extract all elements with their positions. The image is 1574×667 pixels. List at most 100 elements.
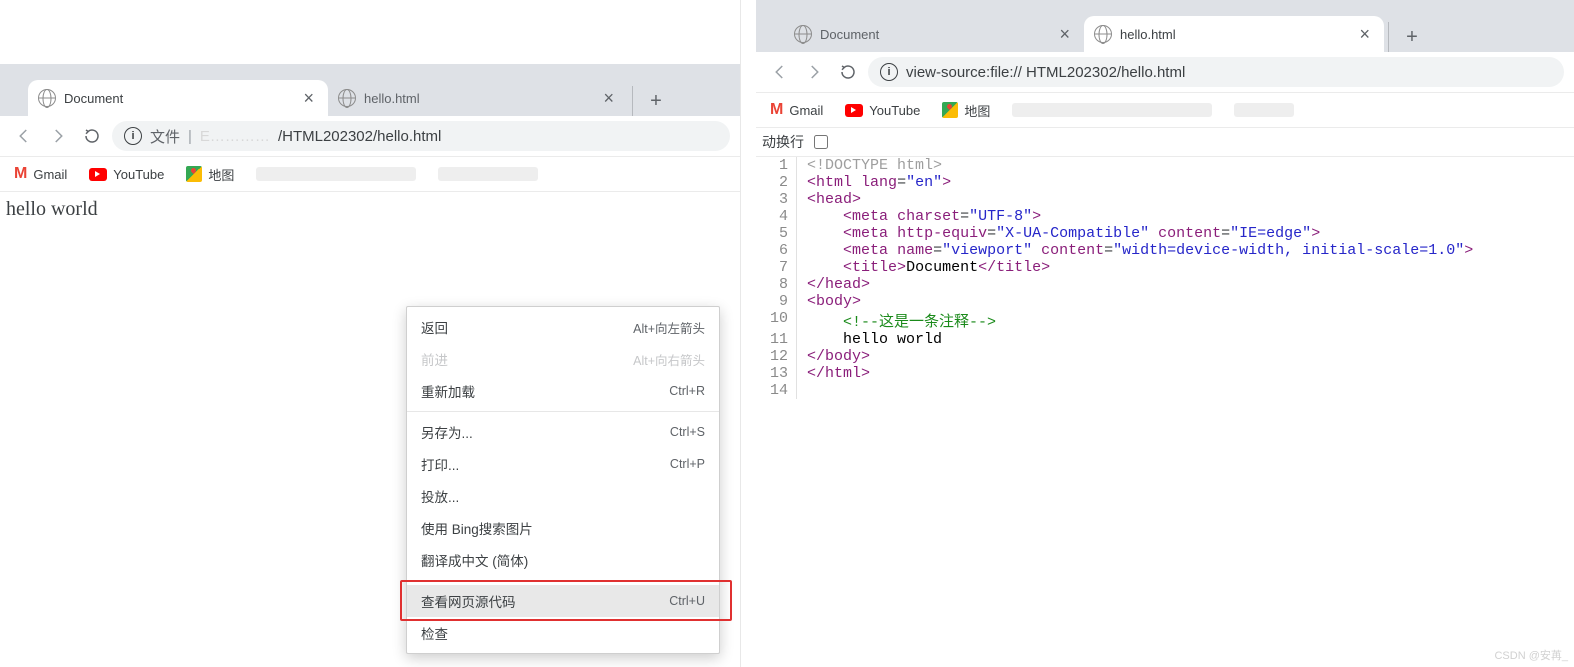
context-menu-item[interactable]: 投放... [407, 480, 719, 512]
line-number: 4 [756, 208, 797, 225]
toolbar: i view-source:file:// HTML202302/hello.h… [756, 52, 1574, 93]
context-menu-shortcut: Ctrl+U [669, 594, 705, 608]
source-line: 6 <meta name="viewport" content="width=d… [756, 242, 1473, 259]
close-icon[interactable]: × [599, 89, 618, 107]
maps-icon [186, 166, 202, 182]
forward-button[interactable] [44, 122, 72, 150]
source-table: 1<!DOCTYPE html>2<html lang="en">3<head>… [756, 157, 1473, 399]
omnibox-separator: | [188, 128, 192, 145]
tab-document[interactable]: Document × [28, 80, 328, 116]
context-menu-item[interactable]: 翻译成中文 (简体) [407, 544, 719, 576]
tab-hello[interactable]: hello.html × [1084, 16, 1384, 52]
tab-document[interactable]: Document × [784, 16, 1084, 52]
bookmark-bar: MGmail YouTube 地图 [756, 93, 1574, 128]
reload-button[interactable] [78, 122, 106, 150]
line-code[interactable]: hello world [797, 331, 1474, 348]
line-code[interactable]: </html> [797, 365, 1474, 382]
line-number: 13 [756, 365, 797, 382]
line-code[interactable]: <!DOCTYPE html> [797, 157, 1474, 174]
omnibox[interactable]: i view-source:file:// HTML202302/hello.h… [868, 57, 1564, 87]
source-line: 1<!DOCTYPE html> [756, 157, 1473, 174]
source-line: 4 <meta charset="UTF-8"> [756, 208, 1473, 225]
source-line: 12</body> [756, 348, 1473, 365]
browser-window-right: Document × hello.html × + i view-source:… [756, 0, 1574, 667]
context-menu: 返回Alt+向左箭头前进Alt+向右箭头重新加载Ctrl+R另存为...Ctrl… [406, 306, 720, 654]
new-tab-button[interactable]: + [1388, 22, 1427, 52]
bookmark-gmail[interactable]: MGmail [14, 165, 67, 183]
toolbar: i 文件 | E………… /HTML202302/hello.html [0, 116, 740, 157]
source-line: 11 hello world [756, 331, 1473, 348]
close-icon[interactable]: × [1355, 25, 1374, 43]
line-number: 8 [756, 276, 797, 293]
tab-title: hello.html [1120, 27, 1355, 42]
watermark: CSDN @安苒_ [1494, 647, 1568, 663]
reload-button[interactable] [834, 58, 862, 86]
bookmark-blur [256, 167, 416, 181]
wrap-checkbox[interactable] [814, 135, 828, 149]
context-menu-item[interactable]: 另存为...Ctrl+S [407, 416, 719, 448]
gmail-icon: M [770, 101, 783, 119]
source-line: 3<head> [756, 191, 1473, 208]
tab-hello[interactable]: hello.html × [328, 80, 628, 116]
line-code[interactable]: <meta http-equiv="X-UA-Compatible" conte… [797, 225, 1474, 242]
context-menu-item-label: 查看网页源代码 [421, 591, 516, 611]
source-view: 1<!DOCTYPE html>2<html lang="en">3<head>… [756, 157, 1574, 399]
bookmark-gmail[interactable]: MGmail [770, 101, 823, 119]
page-content: hello world [0, 192, 740, 227]
line-number: 11 [756, 331, 797, 348]
context-menu-item[interactable]: 检查 [407, 617, 719, 649]
line-number: 2 [756, 174, 797, 191]
info-icon: i [880, 63, 898, 81]
context-menu-item[interactable]: 返回Alt+向左箭头 [407, 311, 719, 343]
line-number: 1 [756, 157, 797, 174]
line-number: 10 [756, 310, 797, 331]
line-code[interactable]: </body> [797, 348, 1474, 365]
bookmark-youtube[interactable]: YouTube [845, 103, 920, 118]
new-tab-button[interactable]: + [632, 86, 671, 116]
context-menu-item[interactable]: 打印...Ctrl+P [407, 448, 719, 480]
bookmark-youtube[interactable]: YouTube [89, 167, 164, 182]
omnibox[interactable]: i 文件 | E………… /HTML202302/hello.html [112, 121, 730, 151]
omnibox-label: 文件 [150, 126, 180, 147]
tab-strip: Document × hello.html × + [0, 64, 740, 116]
tab-strip: Document × hello.html × + [756, 0, 1574, 52]
bookmark-maps[interactable]: 地图 [942, 101, 990, 120]
tab-title: Document [64, 91, 299, 106]
source-line: 10 <!--这是一条注释--> [756, 310, 1473, 331]
globe-icon [1094, 25, 1112, 43]
context-menu-item-label: 翻译成中文 (简体) [421, 550, 528, 570]
bookmark-blur [438, 167, 538, 181]
line-code[interactable] [797, 382, 1474, 399]
close-icon[interactable]: × [1055, 25, 1074, 43]
globe-icon [794, 25, 812, 43]
close-icon[interactable]: × [299, 89, 318, 107]
back-button[interactable] [766, 58, 794, 86]
back-button[interactable] [10, 122, 38, 150]
line-code[interactable]: <html lang="en"> [797, 174, 1474, 191]
line-code[interactable]: <head> [797, 191, 1474, 208]
omnibox-url: view-source:file:// HTML202302/hello.htm… [906, 64, 1185, 81]
source-line: 14 [756, 382, 1473, 399]
line-code[interactable]: </head> [797, 276, 1474, 293]
line-code[interactable]: <meta charset="UTF-8"> [797, 208, 1474, 225]
wrap-toolbar: 动换行 [756, 128, 1574, 157]
line-code[interactable]: <meta name="viewport" content="width=dev… [797, 242, 1474, 259]
context-menu-item[interactable]: 查看网页源代码 Ctrl+U [407, 585, 719, 617]
tab-title: hello.html [364, 91, 599, 106]
context-menu-item[interactable]: 重新加载Ctrl+R [407, 375, 719, 407]
line-code[interactable]: <!--这是一条注释--> [797, 310, 1474, 331]
page-body-text: hello world [6, 198, 734, 221]
line-code[interactable]: <body> [797, 293, 1474, 310]
globe-icon [38, 89, 56, 107]
line-code[interactable]: <title>Document</title> [797, 259, 1474, 276]
youtube-icon [845, 104, 863, 117]
context-menu-shortcut: Alt+向右箭头 [633, 350, 705, 369]
bookmark-maps[interactable]: 地图 [186, 165, 234, 184]
context-menu-item[interactable]: 使用 Bing搜索图片 [407, 512, 719, 544]
forward-button[interactable] [800, 58, 828, 86]
source-line: 8</head> [756, 276, 1473, 293]
source-line: 9<body> [756, 293, 1473, 310]
context-menu-shortcut: Ctrl+P [670, 457, 705, 471]
line-number: 3 [756, 191, 797, 208]
line-number: 14 [756, 382, 797, 399]
